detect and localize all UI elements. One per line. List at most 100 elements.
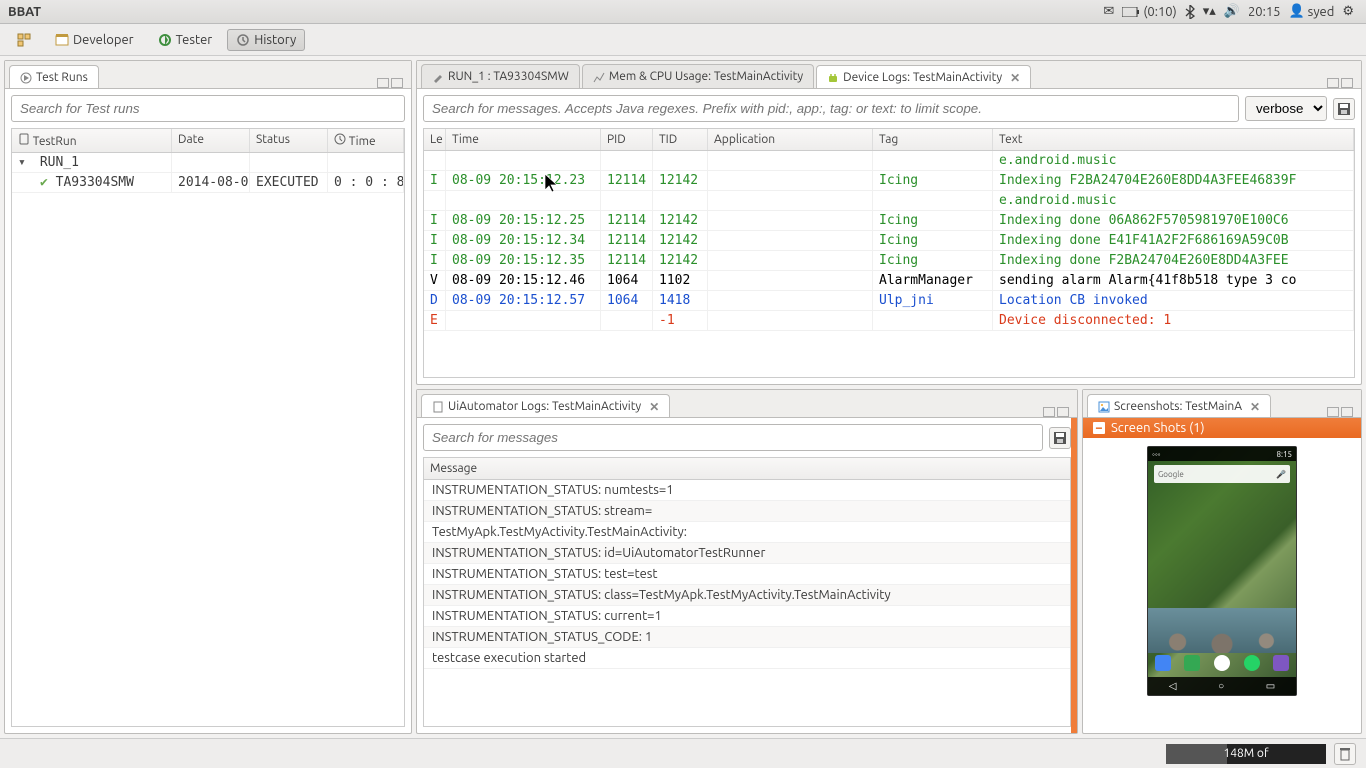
message-row[interactable]: INSTRUMENTATION_STATUS: numtests=1	[424, 480, 1070, 501]
tab-devicelogs[interactable]: Device Logs: TestMainActivity ✕	[816, 65, 1031, 89]
close-icon[interactable]: ✕	[1006, 71, 1020, 85]
device-logs-panel: RUN_1 : TA93304SMW Mem & CPU Usage: Test…	[416, 60, 1362, 385]
col-text[interactable]: Text	[993, 129, 1354, 150]
test-runs-table: TestRun Date Status Time ▾ RUN_1 ✔	[11, 128, 405, 727]
mail-icon[interactable]: ✉	[1103, 4, 1114, 19]
log-level-select[interactable]: verbose	[1245, 96, 1327, 121]
mic-icon: 🎤	[1276, 470, 1286, 479]
test-runs-panel: Test Runs TestRun Date Status Time	[4, 60, 412, 734]
test-runs-search-input[interactable]	[11, 95, 405, 122]
col-time[interactable]: Time	[446, 129, 601, 150]
workarea: Test Runs TestRun Date Status Time	[0, 56, 1366, 738]
message-row[interactable]: INSTRUMENTATION_STATUS: id=UiAutomatorTe…	[424, 543, 1070, 564]
tab-test-runs[interactable]: Test Runs	[9, 65, 99, 89]
col-pid[interactable]: PID	[601, 129, 653, 150]
tab-run-label: RUN_1 : TA93304SMW	[448, 70, 569, 83]
perspective-toolbar: Developer Tester History	[0, 24, 1366, 56]
tree-child-row[interactable]: ✔ TA93304SMW 2014-08-09 EXECUTED 0 : 0 :…	[12, 173, 404, 193]
developer-perspective[interactable]: Developer	[46, 29, 143, 51]
gc-button[interactable]	[1334, 743, 1356, 765]
maximize-icon[interactable]	[1057, 407, 1069, 417]
message-row[interactable]: INSTRUMENTATION_STATUS: current=1	[424, 606, 1070, 627]
log-row[interactable]: E-1Device disconnected: 1	[424, 311, 1354, 331]
log-row[interactable]: V08-09 20:15:12.4610641102AlarmManagerse…	[424, 271, 1354, 291]
save-button[interactable]	[1049, 427, 1071, 449]
log-row[interactable]: I08-09 20:15:12.351211412142IcingIndexin…	[424, 251, 1354, 271]
app-title: BBAT	[8, 5, 41, 19]
right-side: RUN_1 : TA93304SMW Mem & CPU Usage: Test…	[416, 60, 1362, 734]
bluetooth-icon[interactable]	[1185, 5, 1195, 19]
clock-icon	[334, 133, 346, 145]
screenshots-panel: Screenshots: TestMainA ✕ − Screen Shots …	[1082, 389, 1362, 734]
message-row[interactable]: testcase execution started	[424, 648, 1070, 669]
log-row[interactable]: D08-09 20:15:12.5710641418Ulp_jniLocatio…	[424, 291, 1354, 311]
history-perspective[interactable]: History	[227, 29, 305, 51]
tab-run[interactable]: RUN_1 : TA93304SMW	[421, 64, 580, 88]
uiautomator-search-input[interactable]	[423, 424, 1043, 451]
log-row[interactable]: I08-09 20:15:12.231211412142IcingIndexin…	[424, 171, 1354, 191]
col-tid[interactable]: TID	[653, 129, 708, 150]
gear-icon[interactable]: ⚙	[1342, 4, 1354, 19]
collapse-icon[interactable]: −	[1093, 422, 1105, 434]
run-device-label: TA93304SMW	[56, 175, 134, 190]
maximize-icon[interactable]	[391, 78, 403, 88]
minimize-icon[interactable]	[1327, 78, 1339, 88]
battery-indicator[interactable]: (0:10)	[1122, 5, 1176, 19]
col-tag[interactable]: Tag	[873, 129, 993, 150]
heap-text: 148M of	[1223, 747, 1268, 760]
minimize-icon[interactable]	[1043, 407, 1055, 417]
device-icon	[18, 133, 30, 145]
pencil-icon	[432, 71, 444, 83]
open-perspective-button[interactable]	[8, 29, 40, 51]
col-level[interactable]: Le	[424, 129, 446, 150]
network-icon[interactable]: ▾▴	[1203, 4, 1216, 19]
screenshots-group-label: Screen Shots (1)	[1111, 421, 1205, 435]
tab-screenshots[interactable]: Screenshots: TestMainA ✕	[1087, 394, 1271, 418]
minimize-icon[interactable]	[377, 78, 389, 88]
close-icon[interactable]: ✕	[645, 400, 659, 414]
user-menu[interactable]: 👤 syed	[1288, 4, 1334, 19]
clock[interactable]: 20:15	[1248, 5, 1281, 19]
screenshots-group-header[interactable]: − Screen Shots (1)	[1083, 418, 1361, 438]
message-row[interactable]: TestMyApk.TestMyActivity.TestMainActivit…	[424, 522, 1070, 543]
tab-devicelogs-label: Device Logs: TestMainActivity	[843, 71, 1002, 84]
trash-icon	[1339, 747, 1351, 761]
col-time[interactable]: Time	[349, 135, 376, 148]
logcat-table: Le Time PID TID Application Tag Text e.a…	[423, 128, 1355, 378]
developer-label: Developer	[73, 33, 134, 47]
uiautomator-title: UiAutomator Logs: TestMainActivity	[448, 400, 641, 413]
log-row[interactable]: I08-09 20:15:12.341211412142IcingIndexin…	[424, 231, 1354, 251]
col-message[interactable]: Message	[424, 458, 1070, 480]
col-date[interactable]: Date	[172, 129, 250, 152]
message-row[interactable]: INSTRUMENTATION_STATUS: class=TestMyApk.…	[424, 585, 1070, 606]
maximize-icon[interactable]	[1341, 407, 1353, 417]
tree-collapse-icon[interactable]: ▾	[18, 155, 32, 170]
close-icon[interactable]: ✕	[1246, 400, 1260, 414]
screenshot-thumb[interactable]: ◦◦◦8:15 Google🎤 ◁○▭	[1083, 438, 1361, 733]
tab-uiautomator[interactable]: UiAutomator Logs: TestMainActivity ✕	[421, 394, 670, 418]
maximize-icon[interactable]	[1341, 78, 1353, 88]
save-button[interactable]	[1333, 98, 1355, 120]
message-row[interactable]: INSTRUMENTATION_STATUS: test=test	[424, 564, 1070, 585]
col-app[interactable]: Application	[708, 129, 873, 150]
scrollbar[interactable]	[1071, 418, 1077, 733]
logcat-search-input[interactable]	[423, 95, 1239, 122]
heap-status[interactable]: 148M of	[1166, 744, 1326, 764]
message-row[interactable]: INSTRUMENTATION_STATUS: stream=	[424, 501, 1070, 522]
tree-root-row[interactable]: ▾ RUN_1	[12, 153, 404, 173]
device-screenshot: ◦◦◦8:15 Google🎤 ◁○▭	[1147, 446, 1297, 696]
logcat-rows[interactable]: e.android.musicI08-09 20:15:12.231211412…	[424, 151, 1354, 377]
tester-perspective[interactable]: Tester	[149, 29, 222, 51]
volume-icon[interactable]: 🔊	[1224, 4, 1240, 19]
log-row[interactable]: e.android.music	[424, 151, 1354, 171]
test-runs-tabstrip: Test Runs	[5, 61, 411, 89]
message-row[interactable]: INSTRUMENTATION_STATUS_CODE: 1	[424, 627, 1070, 648]
col-status[interactable]: Status	[250, 129, 328, 152]
log-row[interactable]: I08-09 20:15:12.251211412142IcingIndexin…	[424, 211, 1354, 231]
col-testrun[interactable]: TestRun	[33, 135, 77, 148]
tester-label: Tester	[176, 33, 213, 47]
minimize-icon[interactable]	[1327, 407, 1339, 417]
log-row[interactable]: e.android.music	[424, 191, 1354, 211]
tab-memcpu[interactable]: Mem & CPU Usage: TestMainActivity	[582, 64, 814, 88]
uiautomator-list[interactable]: Message INSTRUMENTATION_STATUS: numtests…	[423, 457, 1071, 727]
